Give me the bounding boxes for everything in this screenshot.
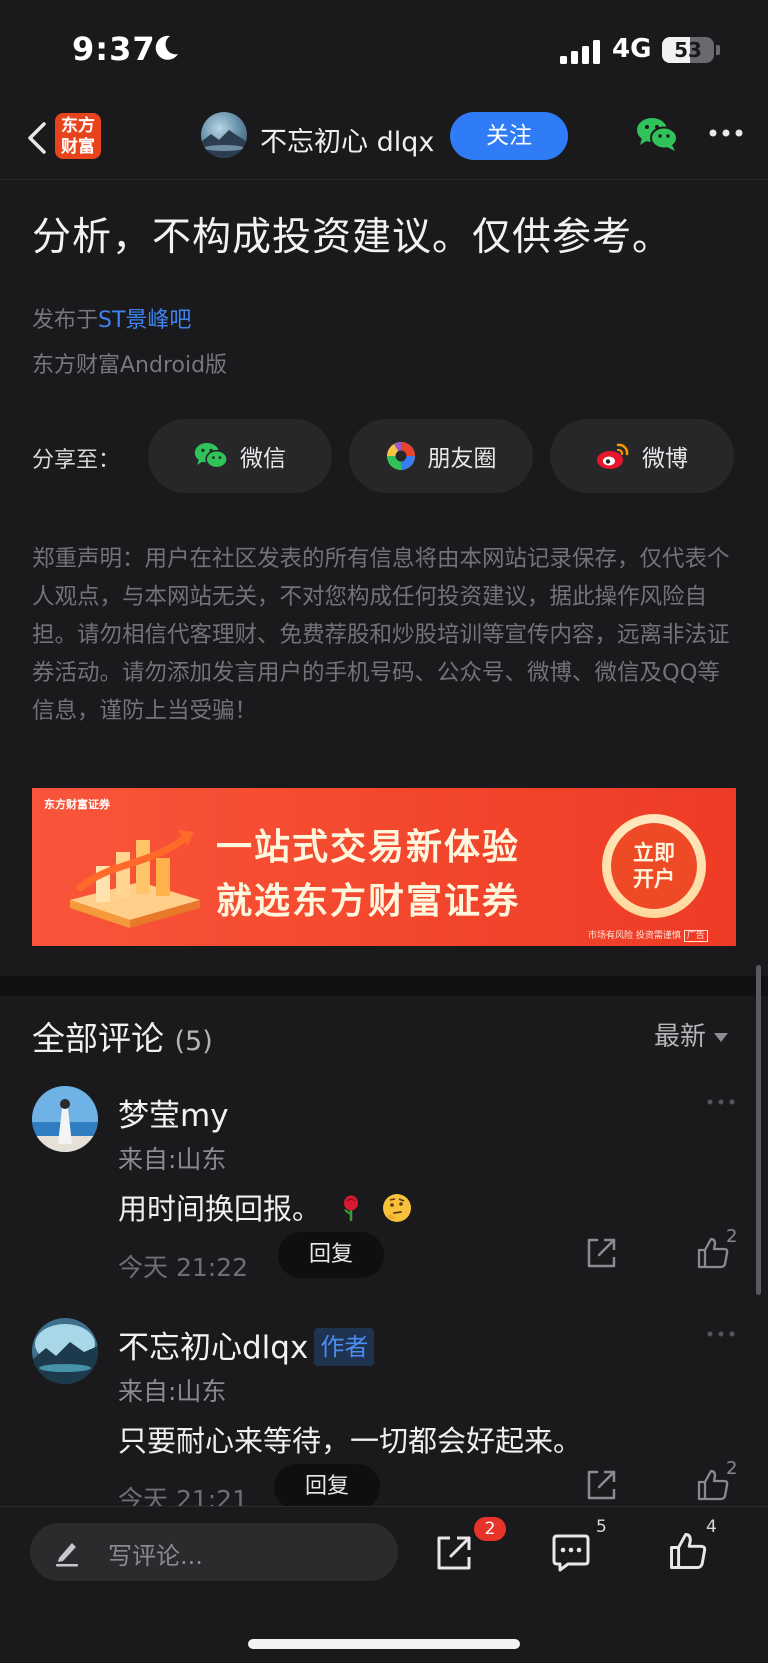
follow-button[interactable]: 关注 [450,112,568,160]
share-icon[interactable] [434,1533,474,1573]
comment-item: 梦莹my 来自:山东 用时间换回报。 今天 21:22 回复 2 [0,1086,768,1306]
home-indicator[interactable] [248,1639,520,1649]
pencil-icon [56,1543,78,1567]
comments-title-label: 全部评论 [32,1019,164,1058]
wechat-icon[interactable] [636,116,678,152]
nav-bar: 东方 财富 不忘初心 dlqx 关注 [0,100,768,180]
ad-open-account-button[interactable]: 立即 开户 [602,814,706,918]
commenter-location: 来自:山东 [118,1145,227,1174]
app-logo-line1: 东方 [61,116,95,136]
write-comment-placeholder: 写评论... [108,1542,203,1570]
thumbs-up-icon[interactable] [668,1531,708,1571]
share-icon[interactable] [584,1468,618,1502]
chart-illustration-icon [70,830,200,928]
comments-count: (5) [174,1026,213,1057]
share-moments-label: 朋友圈 [427,446,497,472]
wechat-icon [194,443,228,469]
thinking-face-icon [383,1194,412,1222]
back-icon[interactable] [18,118,58,158]
ad-risk-text: 市场有风险 投资需谨慎 [588,931,681,941]
signal-icon [560,40,600,64]
commenter-avatar[interactable] [32,1086,98,1152]
moon-icon [155,35,178,60]
status-time: 9:37 [72,30,156,68]
ad-tag: 广告 [683,930,708,942]
bottom-action-bar: 写评论... 2 5 4 [0,1506,768,1663]
rose-icon [344,1195,359,1221]
like-count: 2 [726,1226,738,1247]
caret-down-icon [714,1033,729,1042]
sort-label: 最新 [654,1022,707,1052]
more-icon[interactable] [708,128,744,138]
commenter-name-text: 不忘初心dlqx [118,1330,309,1366]
more-icon[interactable] [706,1330,736,1338]
comment-item: 不忘初心dlqx 作者 来自:山东 只要耐心来等待，一切都会好起来。 今天 21:… [0,1318,768,1538]
avatar-image [32,1318,98,1384]
app-logo-line2: 财富 [61,137,95,157]
publish-prefix: 发布于 [32,308,99,333]
write-comment-input[interactable]: 写评论... [30,1523,398,1581]
share-moments-button[interactable]: 朋友圈 [349,419,533,493]
section-divider [0,976,768,996]
ad-banner[interactable]: 东方财富证券 一站式交易新体验 就选东方财富证券 立即 开户 市场有风险 投资需… [32,788,736,946]
thumbs-up-icon[interactable] [696,1468,730,1502]
network-type: 4G [612,34,652,64]
ad-cta-line2: 开户 [633,867,675,891]
share-count-badge: 2 [474,1517,506,1541]
commenter-name[interactable]: 梦莹my [118,1090,229,1135]
ad-brand: 东方财富证券 [44,798,110,811]
moments-icon [386,442,415,470]
reply-button[interactable]: 回复 [274,1464,380,1510]
sort-dropdown[interactable]: 最新 [654,1016,729,1053]
commenter-avatar[interactable] [32,1318,98,1384]
disclaimer-text: 郑重声明：用户在社区发表的所有信息将由本网站记录保存，仅代表个人观点，与本网站无… [32,546,730,724]
like-count: 2 [726,1458,738,1479]
battery-cap [716,45,720,55]
comments-title: 全部评论 (5) [32,1012,213,1060]
comment-text: 用时间换回报。 [118,1192,322,1226]
status-bar: 9:37 4G 53 [0,0,768,100]
share-icon[interactable] [584,1236,618,1270]
thumbs-up-icon[interactable] [696,1236,730,1270]
ad-headline-2: 就选东方财富证券 [216,881,521,922]
publish-info: 发布于ST景峰吧 [32,302,191,334]
author-name[interactable]: 不忘初心 dlqx [260,120,434,159]
comment-body: 只要耐心来等待，一切都会好起来。 [118,1418,582,1460]
board-link[interactable]: ST景峰吧 [98,308,191,333]
ad-headline-1: 一站式交易新体验 [216,827,521,868]
app-logo[interactable]: 东方 财富 [55,113,101,159]
share-wechat-label: 微信 [240,446,286,472]
scrollbar[interactable] [756,965,761,1295]
commenter-name[interactable]: 不忘初心dlqx 作者 [118,1322,375,1367]
author-avatar[interactable] [201,112,247,158]
ad-risk-note: 市场有风险 投资需谨慎 广告 [588,928,708,942]
weibo-icon [597,443,629,469]
comment-text: 只要耐心来等待，一切都会好起来。 [118,1424,583,1458]
article-text: 分析，不构成投资建议。仅供参考。 [32,215,673,260]
share-label: 分享至： [32,448,121,473]
avatar-image [32,1086,98,1152]
author-badge: 作者 [314,1328,375,1366]
avatar-image [201,130,247,158]
share-wechat-button[interactable]: 微信 [148,419,332,493]
battery-percent: 53 [674,38,702,62]
share-weibo-button[interactable]: 微博 [550,419,734,493]
like-count: 4 [706,1517,717,1537]
commenter-location: 来自:山东 [118,1377,227,1406]
comment-time: 今天 21:22 [118,1253,248,1282]
ad-cta-line1: 立即 [633,841,675,865]
client-info: 东方财富Android版 [32,353,228,378]
battery-icon: 53 [662,37,714,63]
comment-count: 5 [596,1517,607,1537]
share-weibo-label: 微博 [642,446,688,472]
comment-body: 用时间换回报。 [118,1186,413,1228]
more-icon[interactable] [706,1098,736,1106]
reply-button[interactable]: 回复 [278,1232,384,1278]
comment-icon[interactable] [550,1533,592,1573]
